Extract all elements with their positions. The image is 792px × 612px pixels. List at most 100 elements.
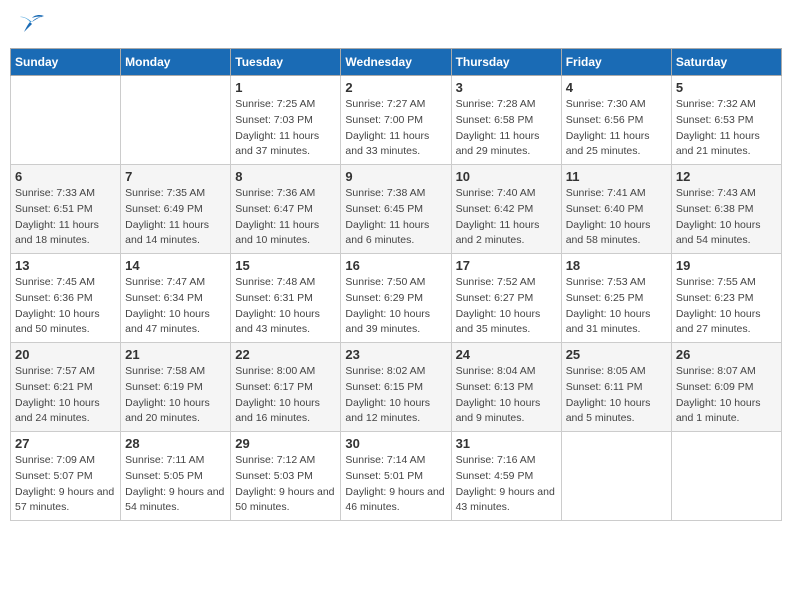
day-info: Sunrise: 7:25 AM Sunset: 7:03 PM Dayligh…: [235, 97, 336, 160]
day-number: 6: [15, 169, 116, 184]
day-number: 24: [456, 347, 557, 362]
calendar-cell: 3 Sunrise: 7:28 AM Sunset: 6:58 PM Daylig…: [451, 76, 561, 165]
day-number: 26: [676, 347, 777, 362]
calendar-cell: 26 Sunrise: 8:07 AM Sunset: 6:09 PM Dayli…: [671, 343, 781, 432]
day-number: 5: [676, 80, 777, 95]
day-number: 12: [676, 169, 777, 184]
day-info: Sunrise: 8:07 AM Sunset: 6:09 PM Dayligh…: [676, 364, 777, 427]
calendar-cell: 1 Sunrise: 7:25 AM Sunset: 7:03 PM Daylig…: [231, 76, 341, 165]
calendar-cell: [121, 76, 231, 165]
day-number: 4: [566, 80, 667, 95]
day-number: 13: [15, 258, 116, 273]
day-number: 29: [235, 436, 336, 451]
day-info: Sunrise: 7:41 AM Sunset: 6:40 PM Dayligh…: [566, 186, 667, 249]
calendar-cell: 20 Sunrise: 7:57 AM Sunset: 6:21 PM Dayli…: [11, 343, 121, 432]
day-info: Sunrise: 7:47 AM Sunset: 6:34 PM Dayligh…: [125, 275, 226, 338]
day-number: 31: [456, 436, 557, 451]
calendar-cell: 15 Sunrise: 7:48 AM Sunset: 6:31 PM Dayli…: [231, 254, 341, 343]
day-info: Sunrise: 7:33 AM Sunset: 6:51 PM Dayligh…: [15, 186, 116, 249]
calendar-cell: 24 Sunrise: 8:04 AM Sunset: 6:13 PM Dayli…: [451, 343, 561, 432]
day-info: Sunrise: 7:50 AM Sunset: 6:29 PM Dayligh…: [345, 275, 446, 338]
day-info: Sunrise: 7:38 AM Sunset: 6:45 PM Dayligh…: [345, 186, 446, 249]
calendar-cell: 30Sunrise: 7:14 AM Sunset: 5:01 PM Dayli…: [341, 432, 451, 521]
day-number: 25: [566, 347, 667, 362]
day-number: 14: [125, 258, 226, 273]
day-number: 2: [345, 80, 446, 95]
calendar-cell: [671, 432, 781, 521]
calendar-cell: 16 Sunrise: 7:50 AM Sunset: 6:29 PM Dayli…: [341, 254, 451, 343]
weekday-header-thursday: Thursday: [451, 49, 561, 76]
weekday-header-saturday: Saturday: [671, 49, 781, 76]
calendar-cell: 22 Sunrise: 8:00 AM Sunset: 6:17 PM Dayli…: [231, 343, 341, 432]
day-number: 30: [345, 436, 446, 451]
day-info: Sunrise: 8:00 AM Sunset: 6:17 PM Dayligh…: [235, 364, 336, 427]
week-row-1: 1 Sunrise: 7:25 AM Sunset: 7:03 PM Daylig…: [11, 76, 782, 165]
logo-bird-icon: [18, 14, 46, 36]
day-info: Sunrise: 7:12 AM Sunset: 5:03 PM Dayligh…: [235, 453, 336, 516]
weekday-header-row: SundayMondayTuesdayWednesdayThursdayFrid…: [11, 49, 782, 76]
calendar-cell: 13Sunrise: 7:45 AM Sunset: 6:36 PM Dayli…: [11, 254, 121, 343]
weekday-header-wednesday: Wednesday: [341, 49, 451, 76]
calendar-cell: 12 Sunrise: 7:43 AM Sunset: 6:38 PM Dayli…: [671, 165, 781, 254]
week-row-3: 13Sunrise: 7:45 AM Sunset: 6:36 PM Dayli…: [11, 254, 782, 343]
day-number: 18: [566, 258, 667, 273]
calendar-cell: 18Sunrise: 7:53 AM Sunset: 6:25 PM Dayli…: [561, 254, 671, 343]
day-number: 21: [125, 347, 226, 362]
day-number: 22: [235, 347, 336, 362]
weekday-header-monday: Monday: [121, 49, 231, 76]
day-info: Sunrise: 7:57 AM Sunset: 6:21 PM Dayligh…: [15, 364, 116, 427]
day-number: 15: [235, 258, 336, 273]
day-number: 19: [676, 258, 777, 273]
calendar-cell: 29 Sunrise: 7:12 AM Sunset: 5:03 PM Dayli…: [231, 432, 341, 521]
calendar-cell: [11, 76, 121, 165]
day-number: 27: [15, 436, 116, 451]
day-info: Sunrise: 7:40 AM Sunset: 6:42 PM Dayligh…: [456, 186, 557, 249]
day-info: Sunrise: 7:09 AM Sunset: 5:07 PM Dayligh…: [15, 453, 116, 516]
day-number: 7: [125, 169, 226, 184]
week-row-4: 20 Sunrise: 7:57 AM Sunset: 6:21 PM Dayli…: [11, 343, 782, 432]
day-info: Sunrise: 8:04 AM Sunset: 6:13 PM Dayligh…: [456, 364, 557, 427]
calendar-cell: 8Sunrise: 7:36 AM Sunset: 6:47 PM Daylig…: [231, 165, 341, 254]
day-number: 20: [15, 347, 116, 362]
day-info: Sunrise: 7:27 AM Sunset: 7:00 PM Dayligh…: [345, 97, 446, 160]
day-info: Sunrise: 7:55 AM Sunset: 6:23 PM Dayligh…: [676, 275, 777, 338]
day-info: Sunrise: 7:48 AM Sunset: 6:31 PM Dayligh…: [235, 275, 336, 338]
calendar-cell: 14 Sunrise: 7:47 AM Sunset: 6:34 PM Dayli…: [121, 254, 231, 343]
day-info: Sunrise: 7:28 AM Sunset: 6:58 PM Dayligh…: [456, 97, 557, 160]
calendar-cell: 21Sunrise: 7:58 AM Sunset: 6:19 PM Dayli…: [121, 343, 231, 432]
day-info: Sunrise: 8:02 AM Sunset: 6:15 PM Dayligh…: [345, 364, 446, 427]
day-info: Sunrise: 8:05 AM Sunset: 6:11 PM Dayligh…: [566, 364, 667, 427]
week-row-2: 6 Sunrise: 7:33 AM Sunset: 6:51 PM Daylig…: [11, 165, 782, 254]
day-number: 28: [125, 436, 226, 451]
day-number: 23: [345, 347, 446, 362]
calendar-cell: 31 Sunrise: 7:16 AM Sunset: 4:59 PM Dayli…: [451, 432, 561, 521]
day-number: 3: [456, 80, 557, 95]
day-number: 1: [235, 80, 336, 95]
calendar-cell: 7Sunrise: 7:35 AM Sunset: 6:49 PM Daylig…: [121, 165, 231, 254]
day-info: Sunrise: 7:16 AM Sunset: 4:59 PM Dayligh…: [456, 453, 557, 516]
day-info: Sunrise: 7:32 AM Sunset: 6:53 PM Dayligh…: [676, 97, 777, 160]
calendar-cell: 10Sunrise: 7:40 AM Sunset: 6:42 PM Dayli…: [451, 165, 561, 254]
day-number: 17: [456, 258, 557, 273]
calendar-cell: 4 Sunrise: 7:30 AM Sunset: 6:56 PM Daylig…: [561, 76, 671, 165]
day-info: Sunrise: 7:11 AM Sunset: 5:05 PM Dayligh…: [125, 453, 226, 516]
calendar-cell: 19 Sunrise: 7:55 AM Sunset: 6:23 PM Dayli…: [671, 254, 781, 343]
day-info: Sunrise: 7:43 AM Sunset: 6:38 PM Dayligh…: [676, 186, 777, 249]
calendar-cell: 11Sunrise: 7:41 AM Sunset: 6:40 PM Dayli…: [561, 165, 671, 254]
calendar-cell: [561, 432, 671, 521]
calendar-cell: 9 Sunrise: 7:38 AM Sunset: 6:45 PM Daylig…: [341, 165, 451, 254]
day-number: 16: [345, 258, 446, 273]
page-header: [10, 10, 782, 40]
day-info: Sunrise: 7:30 AM Sunset: 6:56 PM Dayligh…: [566, 97, 667, 160]
weekday-header-friday: Friday: [561, 49, 671, 76]
week-row-5: 27 Sunrise: 7:09 AM Sunset: 5:07 PM Dayli…: [11, 432, 782, 521]
calendar-cell: 23 Sunrise: 8:02 AM Sunset: 6:15 PM Dayli…: [341, 343, 451, 432]
day-number: 9: [345, 169, 446, 184]
calendar-cell: 27 Sunrise: 7:09 AM Sunset: 5:07 PM Dayli…: [11, 432, 121, 521]
calendar-cell: 17Sunrise: 7:52 AM Sunset: 6:27 PM Dayli…: [451, 254, 561, 343]
calendar-cell: 2 Sunrise: 7:27 AM Sunset: 7:00 PM Daylig…: [341, 76, 451, 165]
calendar-cell: 5 Sunrise: 7:32 AM Sunset: 6:53 PM Daylig…: [671, 76, 781, 165]
weekday-header-sunday: Sunday: [11, 49, 121, 76]
day-info: Sunrise: 7:36 AM Sunset: 6:47 PM Dayligh…: [235, 186, 336, 249]
calendar-cell: 6 Sunrise: 7:33 AM Sunset: 6:51 PM Daylig…: [11, 165, 121, 254]
